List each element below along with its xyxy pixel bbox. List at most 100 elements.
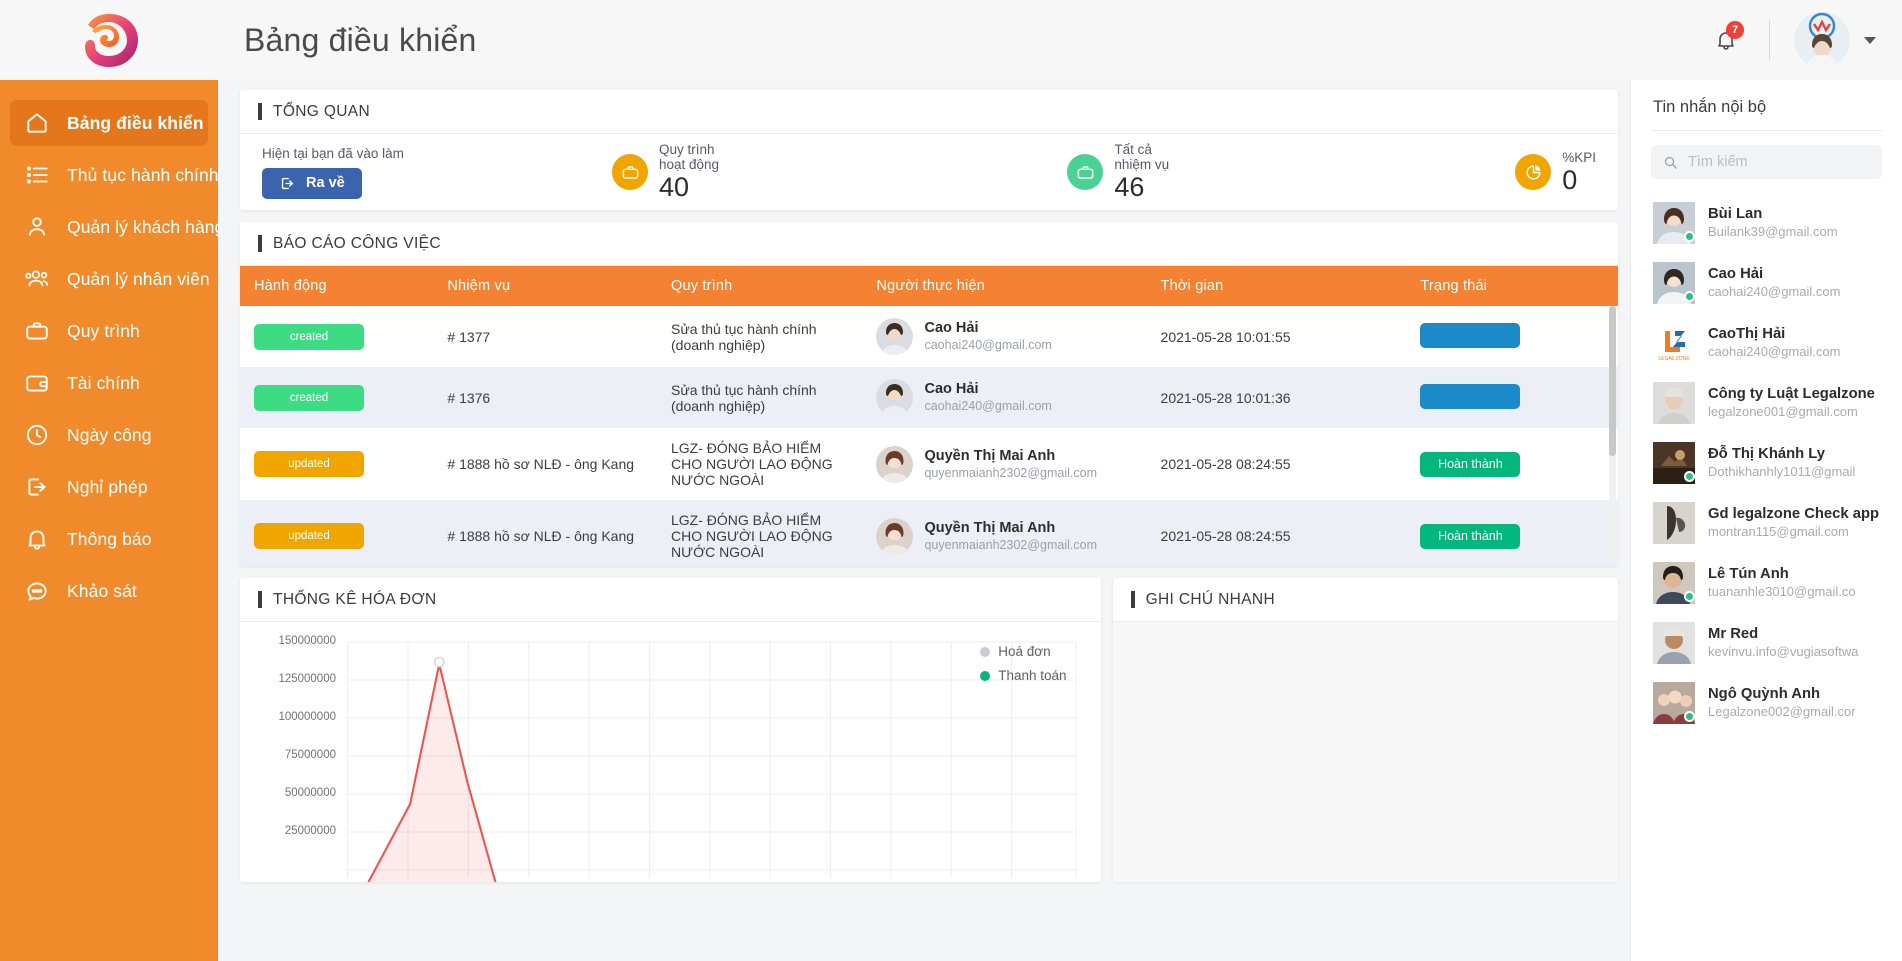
online-indicator [1684, 231, 1695, 242]
action-badge: created [254, 384, 364, 411]
sidebar-item-thong-bao[interactable]: Thông báo [10, 516, 208, 562]
page-title: Bảng điều khiển [244, 21, 477, 58]
overview-body: Hiện tại bạn đã vào làm Ra về Quy trình … [240, 134, 1618, 210]
quick-notes-card: GHI CHÚ NHANH [1112, 578, 1618, 882]
y-tick-label: 50000000 [284, 787, 336, 799]
legend-item-hoa-don[interactable]: Hoá đơn [980, 644, 1066, 659]
sidebar-item-quan-ly-nhan-vien[interactable]: Quản lý nhân viên [10, 256, 210, 302]
sidebar-item-nghi-phep[interactable]: Nghỉ phép [10, 464, 208, 510]
briefcase-icon [24, 318, 50, 344]
sidebar-item-label: Khảo sát [67, 580, 137, 601]
avatar [1653, 502, 1695, 544]
cell-task: # 1888 hồ sơ NLĐ - ông Kang [447, 456, 635, 472]
person-email: quyenmaianh2302@gmail.com [924, 465, 1097, 480]
divider [1769, 20, 1770, 60]
table-row[interactable]: updated # 1888 hồ sơ NLĐ - ông Kang LGZ-… [240, 428, 1618, 500]
avatar [876, 517, 914, 555]
list-item[interactable]: LEGAL ZONE CaoThị Hải caohai240@gmail.co… [1631, 313, 1902, 373]
search-input[interactable] [1688, 154, 1870, 170]
online-indicator [1684, 591, 1695, 602]
user-avatar [1794, 12, 1850, 68]
sidebar-item-ngay-cong[interactable]: Ngày công [10, 412, 208, 458]
chart-title: THỐNG KÊ HÓA ĐƠN [273, 590, 437, 608]
sidebar-item-khao-sat[interactable]: Khảo sát [10, 568, 208, 614]
notes-body[interactable] [1112, 622, 1618, 882]
user-icon [24, 214, 50, 240]
status-badge: Hoàn thành [1420, 451, 1521, 477]
sidebar-item-label: Nghỉ phép [67, 476, 148, 497]
sidebar-item-tai-chinh[interactable]: Tài chính [10, 360, 208, 406]
sidebar-item-label: Quản lý khách hàng [67, 216, 218, 237]
briefcase-icon [612, 154, 648, 190]
sidebar-item-quy-trinh[interactable]: Quy trình [10, 308, 208, 354]
person: Quyền Thị Mai Anh quyenmaianh2302@gmail.… [876, 445, 1132, 483]
status-badge [1420, 322, 1521, 348]
cell-action: updated [240, 428, 433, 500]
person: Cao Hải caohai240@gmail.com [876, 379, 1132, 416]
col-quy-trinh: Quy trình [657, 266, 863, 306]
top-bar: Bảng điều khiển 7 [218, 0, 1902, 80]
sidebar-item-label: Tài chính [67, 372, 140, 393]
search-box[interactable] [1651, 145, 1882, 179]
contacts-list[interactable]: Bùi Lan Builank39@gmail.com Cao Hải caoh… [1631, 189, 1902, 961]
overview-title: TỔNG QUAN [273, 102, 371, 120]
checkin-block: Hiện tại bạn đã vào làm Ra về [262, 146, 612, 199]
person-name: Quyền Thị Mai Anh [924, 447, 1056, 464]
contact-name: CaoThị Hải [1708, 326, 1786, 343]
contact-email: kevinvu.info@vugiasoftwa [1708, 644, 1859, 660]
avatar [876, 445, 914, 483]
list-item[interactable]: Gd legalzone Check app montran115@gmail.… [1631, 493, 1902, 553]
sidebar-item-bang-dieu-khien[interactable]: Bảng điều khiển [10, 100, 208, 146]
scrollbar-thumb[interactable] [1609, 306, 1616, 456]
sidebar-item-quan-ly-khach-hang[interactable]: Quản lý khách hàng [10, 204, 218, 250]
stat-label: Quy trình hoạt động [659, 142, 720, 173]
table-row[interactable]: updated # 1888 hồ sơ NLĐ - ông Kang LGZ-… [240, 500, 1618, 566]
work-report-card: BÁO CÁO CÔNG VIỆC Hành động Nhiệm vụ Quy… [240, 222, 1618, 566]
legend-item-thanh-toan[interactable]: Thanh toán [980, 668, 1067, 683]
report-table-scroll[interactable]: Hành động Nhiệm vụ Quy trình Người thực … [240, 266, 1618, 566]
cell-process: LGZ- ĐÓNG BẢO HIỂM CHO NGƯỜI LAO ĐỘNG NƯ… [671, 440, 833, 488]
list-item[interactable]: Đỗ Thị Khánh Ly Dothikhanhly1011@gmail [1631, 433, 1902, 493]
person-email: caohai240@gmail.com [924, 399, 1052, 414]
legend-dot-icon [980, 646, 991, 657]
sidebar-item-thu-tuc-hanh-chinh[interactable]: Thủ tục hành chính [10, 152, 218, 198]
y-tick-label: 75000000 [284, 749, 336, 761]
cell-process: Sửa thủ tục hành chính (doanh nghiệp) [671, 320, 817, 353]
chart-point-marker [433, 656, 445, 668]
internal-messages-panel: Tin nhắn nội bộ Bùi L [1630, 80, 1902, 961]
cell-time: 2021-05-28 10:01:55 [1160, 328, 1291, 345]
list-item[interactable]: Cao Hải caohai240@gmail.com [1631, 253, 1902, 313]
chevron-down-icon[interactable] [1864, 36, 1876, 44]
svg-text:LEGAL ZONE: LEGAL ZONE [1658, 356, 1690, 362]
report-table-head: Hành động Nhiệm vụ Quy trình Người thực … [240, 266, 1618, 306]
table-row[interactable]: created # 1376 Sửa thủ tục hành chính (d… [240, 367, 1618, 428]
list-item[interactable]: Bùi Lan Builank39@gmail.com [1631, 193, 1902, 253]
action-badge: updated [254, 451, 364, 477]
contact-email: Builank39@gmail.com [1708, 224, 1838, 240]
notification-badge: 7 [1726, 21, 1744, 39]
list-item[interactable]: Công ty Luật Legalzone legalzone001@gmai… [1631, 373, 1902, 433]
cell-time: 2021-05-28 08:24:55 [1160, 456, 1291, 472]
cell-user: Cao Hải caohai240@gmail.com [862, 367, 1146, 428]
cell-time: 2021-05-28 10:01:36 [1160, 389, 1291, 406]
contact-name: Gd legalzone Check app [1708, 506, 1880, 523]
contact-name: Lê Tún Anh [1708, 566, 1789, 583]
table-row[interactable]: created # 1377 Sửa thủ tục hành chính (d… [240, 306, 1618, 367]
logo-container[interactable] [0, 0, 218, 80]
notifications-button[interactable]: 7 [1705, 19, 1747, 61]
report-table-body: created # 1377 Sửa thủ tục hành chính (d… [240, 306, 1618, 566]
main-column: TỔNG QUAN Hiện tại bạn đã vào làm Ra về [218, 80, 1630, 961]
person-name: Quyền Thị Mai Anh [924, 519, 1056, 536]
cell-status [1406, 306, 1618, 367]
sidebar-item-label: Ngày công [67, 424, 152, 445]
list-item[interactable]: Mr Red kevinvu.info@vugiasoftwa [1631, 613, 1902, 673]
sidebar-nav: Bảng điều khiển Thủ tục hành chính Quản … [0, 80, 218, 620]
avatar[interactable] [1794, 12, 1850, 68]
accent-bar [258, 591, 262, 608]
list-item[interactable]: Lê Tún Anh tuananhle3010@gmail.co [1631, 553, 1902, 613]
home-icon [24, 110, 50, 136]
list-item[interactable]: Ngô Quỳnh Anh Legalzone002@gmail.cor [1631, 673, 1902, 733]
contact-email: Legalzone002@gmail.cor [1708, 704, 1856, 720]
checkout-button-label: Ra về [306, 175, 345, 191]
checkout-button[interactable]: Ra về [262, 167, 362, 199]
